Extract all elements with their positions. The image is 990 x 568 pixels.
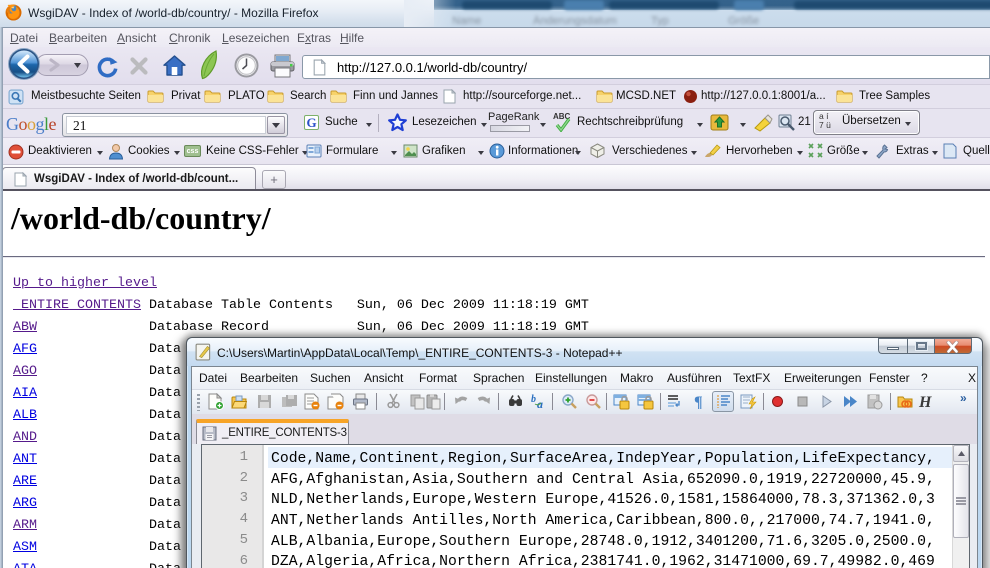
svg-text:H: H xyxy=(918,394,932,410)
svg-text:¶: ¶ xyxy=(694,394,703,410)
svg-text:b: b xyxy=(531,394,536,405)
